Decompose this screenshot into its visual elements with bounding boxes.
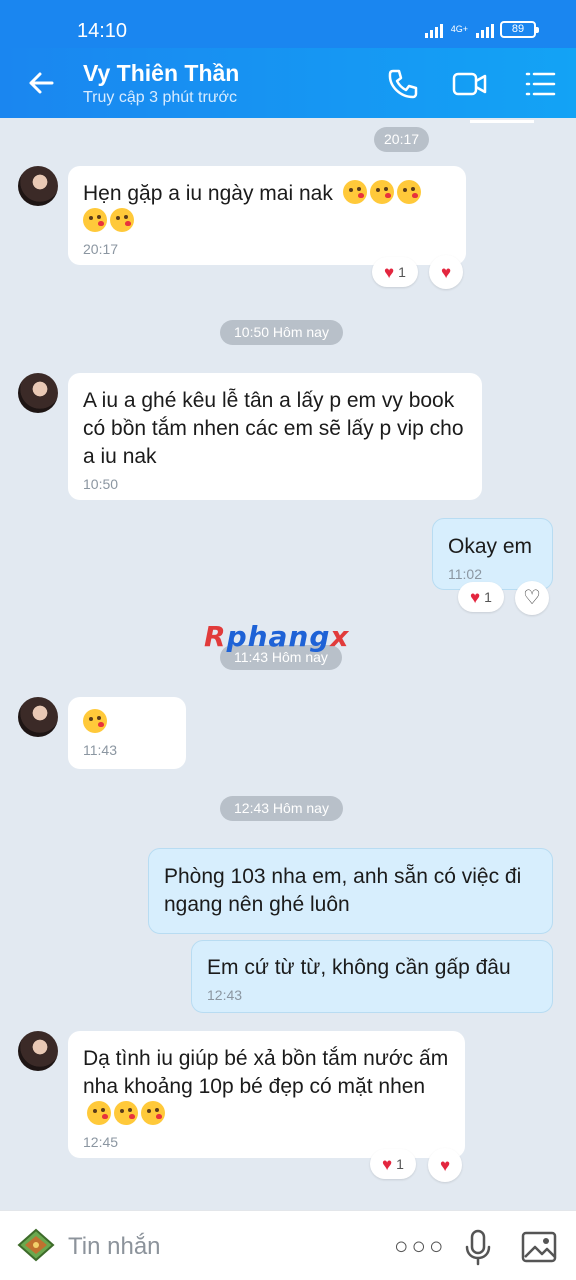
sticker-icon[interactable]: [16, 1227, 56, 1263]
image-icon[interactable]: [519, 1227, 559, 1267]
more-dots-icon[interactable]: ○○○: [394, 1233, 447, 1261]
time-divider: 20:17: [374, 127, 430, 152]
signal-icon: [424, 22, 443, 38]
time-divider: 12:43 Hôm nay: [220, 796, 343, 821]
kiss-emoji-icon: [369, 180, 394, 204]
arrow-left-icon[interactable]: [24, 66, 58, 100]
kiss-emoji-icon: [83, 208, 107, 232]
list-menu-icon[interactable]: [522, 66, 558, 102]
message-text: Hẹn gặp a iu ngày mai nak: [83, 182, 333, 205]
network-type: 4G+: [450, 24, 468, 34]
avatar[interactable]: [18, 697, 58, 737]
status-indicators: 4G+ 89: [424, 21, 539, 38]
kiss-emoji-icon: [141, 1101, 165, 1125]
message-text: Dạ tình iu giúp bé xả bồn tắm nước ấm nh…: [83, 1047, 449, 1098]
reaction-count[interactable]: ♥ 1: [372, 257, 418, 287]
last-seen: Truy cập 3 phút trước: [83, 89, 237, 106]
message-input[interactable]: Tin nhắn: [68, 1233, 161, 1261]
signal-icon-2: [476, 22, 494, 38]
message-bubble[interactable]: A iu a ghé kêu lễ tân a lấy p em vy book…: [68, 373, 482, 500]
avatar[interactable]: [18, 373, 58, 413]
avatar[interactable]: [18, 1031, 58, 1071]
my-message-bubble[interactable]: Okay em 11:02: [432, 518, 553, 590]
reaction-count[interactable]: ♥ 1: [458, 582, 504, 612]
react-button[interactable]: ♥: [428, 1148, 462, 1182]
video-camera-icon[interactable]: [452, 66, 488, 102]
message-time: 12:43: [207, 987, 243, 1003]
message-text: Em cứ từ từ, không cần gấp đâu: [207, 956, 511, 979]
react-button[interactable]: ♡: [515, 581, 549, 615]
heart-icon: ♥: [384, 262, 395, 282]
message-text: A iu a ghé kêu lễ tân a lấy p em vy book…: [83, 389, 464, 468]
heart-icon: ♥: [382, 1154, 393, 1174]
message-text: Phòng 103 nha em, anh sẵn có việc đi nga…: [164, 865, 522, 916]
chat-header: Vy Thiên Thần Truy cập 3 phút trước: [0, 48, 576, 118]
heart-icon: ♥: [440, 262, 452, 282]
heart-outline-icon: ♡: [523, 587, 541, 609]
message-bubble[interactable]: Hẹn gặp a iu ngày mai nak 20:17: [68, 166, 466, 265]
heart-icon: ♥: [439, 1155, 451, 1175]
chat-area[interactable]: 20:17 Hẹn gặp a iu ngày mai nak 20:17 ♥ 1…: [0, 118, 576, 1210]
heart-icon: ♥: [470, 587, 481, 607]
time-divider: 10:50 Hôm nay: [220, 320, 343, 345]
contact-name[interactable]: Vy Thiên Thần: [83, 60, 239, 87]
battery-icon: 89: [500, 21, 539, 38]
kiss-emoji-icon: [342, 180, 367, 204]
status-time: 14:10: [77, 20, 128, 42]
message-text: Okay em: [448, 535, 533, 558]
kiss-emoji-icon: [114, 1101, 138, 1125]
message-time: 20:17: [83, 241, 119, 257]
message-time: 10:50: [83, 476, 119, 492]
message-bubble[interactable]: Dạ tình iu giúp bé xả bồn tắm nước ấm nh…: [68, 1031, 465, 1158]
message-input-bar: Tin nhắn ○○○: [0, 1210, 576, 1280]
kiss-emoji-icon: [110, 208, 134, 232]
status-bar: 14:10 4G+ 89: [0, 0, 576, 48]
kiss-emoji-icon: [396, 180, 421, 204]
reaction-count[interactable]: ♥ 1: [370, 1149, 416, 1179]
message-time: 11:02: [448, 566, 482, 582]
kiss-emoji-icon: [83, 709, 107, 733]
react-button[interactable]: ♥: [429, 255, 463, 289]
previous-message-edge: [470, 118, 534, 123]
message-time: 11:43: [83, 742, 117, 758]
microphone-icon[interactable]: [458, 1227, 498, 1267]
phone-icon[interactable]: [384, 66, 420, 102]
my-message-bubble[interactable]: Phòng 103 nha em, anh sẵn có việc đi nga…: [148, 848, 553, 934]
message-bubble[interactable]: 11:43: [68, 697, 186, 769]
avatar[interactable]: [18, 166, 58, 206]
my-message-bubble[interactable]: Em cứ từ từ, không cần gấp đâu 12:43: [191, 940, 553, 1013]
kiss-emoji-icon: [87, 1101, 111, 1125]
watermark-logo: Rphangx: [204, 620, 350, 653]
